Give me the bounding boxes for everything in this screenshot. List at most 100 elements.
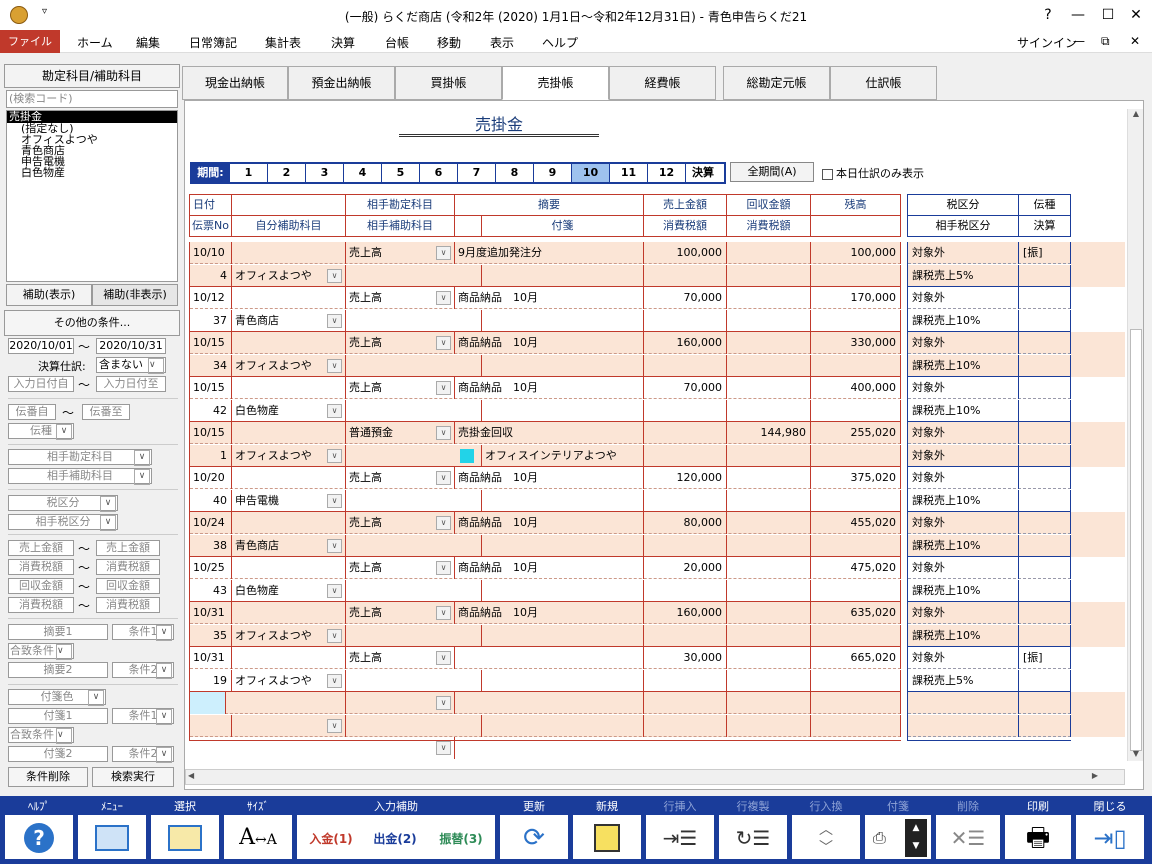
entry-collect-tax[interactable] [727,669,811,692]
entry-counter-tax[interactable]: 課税売上10% [908,624,1019,647]
search-execute-button[interactable]: 検索実行 [92,767,174,787]
voucher-type-select[interactable]: 伝種 [8,423,74,440]
entry-settle[interactable] [1019,354,1071,377]
chevron-down-icon[interactable]: ∨ [436,740,451,755]
tax-row[interactable]: 対象外 [908,602,1071,624]
entry-counter-account[interactable]: 売上高 ∨ [346,512,455,534]
entry-sales-tax[interactable] [644,489,727,512]
entry-tag-color[interactable] [455,399,482,422]
table-row[interactable]: 10/31 売上高 ∨ 30,000 665,020 [190,647,901,669]
entry-sales-tax[interactable] [644,264,727,287]
tax-row[interactable]: 対象外 [908,512,1071,534]
tab-cash-book[interactable]: 現金出納帳 [182,66,288,100]
tag2-input[interactable]: 付箋2 [8,746,108,762]
match1-select[interactable]: 合致条件 [8,643,74,660]
entry-collect[interactable]: 144,980 [727,422,811,444]
entry-memo[interactable]: 商品納品 10月 [455,377,644,399]
tax-row[interactable]: 対象外 [908,444,1071,467]
table-row[interactable]: 10/15 普通預金 ∨ 売掛金回収 144,980 255,020 [190,422,901,444]
entry-own-sub[interactable]: オフィスよつや ∨ [232,444,346,467]
entry-tag[interactable] [482,579,644,602]
entry-memo[interactable]: 商品納品 10月 [455,557,644,579]
entry-voucher-type[interactable]: [振] [1019,647,1071,669]
tax1-to-input[interactable]: 消費税額 [96,559,160,575]
signin-link[interactable]: サインイン [1017,34,1077,51]
tax-row[interactable]: 対象外 [908,332,1071,354]
cond1-select[interactable]: 条件1 [112,624,174,641]
entry-sales[interactable]: 70,000 [644,287,727,309]
memo2-input[interactable]: 摘要2 [8,662,108,678]
entry-collect-tax[interactable] [727,399,811,422]
table-row[interactable]: ∨ ∨ [190,714,901,759]
entry-settle[interactable] [1019,264,1071,287]
menu-ledger[interactable]: 台帳 [385,34,409,51]
sales-to-input[interactable]: 売上金額 [96,540,160,556]
table-row[interactable]: 10/25 売上高 ∨ 商品納品 10月 20,000 475,020 [190,557,901,579]
deposit-button[interactable]: 入金(1) [301,821,361,857]
entry-tax-class[interactable]: 対象外 [908,242,1019,264]
menu-summary[interactable]: 集計表 [265,34,301,51]
tax-row[interactable]: 対象外 [振] [908,647,1071,669]
entry-voucher-type[interactable]: [振] [1019,242,1071,264]
ribbon-close-icon[interactable]: ✕ [1130,34,1140,48]
entry-collect-tax[interactable] [727,309,811,332]
entry-balance[interactable]: 375,020 [811,467,901,489]
entry-tax-class[interactable]: 対象外 [908,602,1019,624]
menu-file[interactable]: ファイル [0,30,60,53]
scroll-up-icon[interactable]: ▲ [1129,109,1143,123]
entry-tag[interactable] [482,534,644,557]
table-row[interactable]: ∨ [190,692,901,714]
entry-memo[interactable]: 商品納品 10月 [455,512,644,534]
new-entry-collect[interactable] [727,692,811,714]
entry-date[interactable]: 10/31 [190,647,232,669]
entry-collect-tax[interactable] [727,579,811,602]
chevron-down-icon[interactable]: ∨ [436,516,451,530]
new-entry-memo[interactable] [455,692,644,714]
entry-sales[interactable]: 80,000 [644,512,727,534]
tax1-from-input[interactable]: 消費税額 [8,559,74,575]
entry-voucher-no[interactable]: 1 [190,444,232,467]
chevron-down-icon[interactable]: ∨ [327,673,342,688]
tax-row[interactable] [908,714,1071,737]
today-only-checkbox[interactable]: 本日仕訳のみ表示 [822,165,924,181]
tax-row[interactable]: 課税売上10% [908,354,1071,377]
entry-collect-tax[interactable] [727,489,811,512]
entry-settle[interactable] [1019,669,1071,692]
entry-counter-tax[interactable] [908,714,1019,737]
entry-collect[interactable] [727,467,811,489]
entry-memo[interactable]: 商品納品 10月 [455,287,644,309]
entry-own-sub[interactable]: 白色物産 ∨ [232,399,346,422]
menu-edit[interactable]: 編集 [136,34,160,51]
entry-date[interactable]: 10/24 [190,512,232,534]
entry-voucher-type[interactable] [1019,602,1071,624]
entry-voucher-type[interactable] [1019,467,1071,489]
entry-memo[interactable]: 商品納品 10月 [455,602,644,624]
entry-collect[interactable] [727,377,811,399]
ribbon-minimize-icon[interactable]: — [1073,34,1085,48]
account-search-input[interactable]: (検索コード) [6,90,178,108]
period-9[interactable]: 9 [534,164,572,182]
tax2-to-input[interactable]: 消費税額 [96,597,160,613]
scroll-thumb[interactable] [1130,329,1142,751]
menu-daily-bookkeeping[interactable]: 日常簿記 [189,34,237,51]
entry-tax-class[interactable]: 対象外 [908,377,1019,399]
entry-own-sub[interactable]: 青色商店 ∨ [232,309,346,332]
table-row[interactable]: 42白色物産∨(指定なし)∨ [190,399,901,444]
entry-tag[interactable] [482,624,644,647]
entry-date[interactable]: 10/15 [190,332,232,354]
cond3-select[interactable]: 条件1 [112,708,174,725]
entry-sales[interactable]: 160,000 [644,332,727,354]
entry-tag[interactable] [482,489,644,512]
entry-counter-tax[interactable]: 課税売上10% [908,489,1019,512]
entry-voucher-type[interactable] [1019,512,1071,534]
counter-sub-select[interactable]: 相手補助科目 [8,468,152,485]
entry-counter-account[interactable]: 売上高 ∨ [346,467,455,489]
entry-voucher-type[interactable] [1019,287,1071,309]
table-row[interactable]: 34オフィスよつや∨(指定なし)∨ [190,354,901,399]
entry-counter-tax[interactable]: 課税売上10% [908,354,1019,377]
menu-help[interactable]: ヘルプ [542,34,578,51]
entry-collect[interactable] [727,557,811,579]
entry-date[interactable]: 10/15 [190,377,232,399]
entry-tag[interactable]: オフィスインテリアよつや [482,444,644,467]
entry-settle[interactable] [1019,309,1071,332]
